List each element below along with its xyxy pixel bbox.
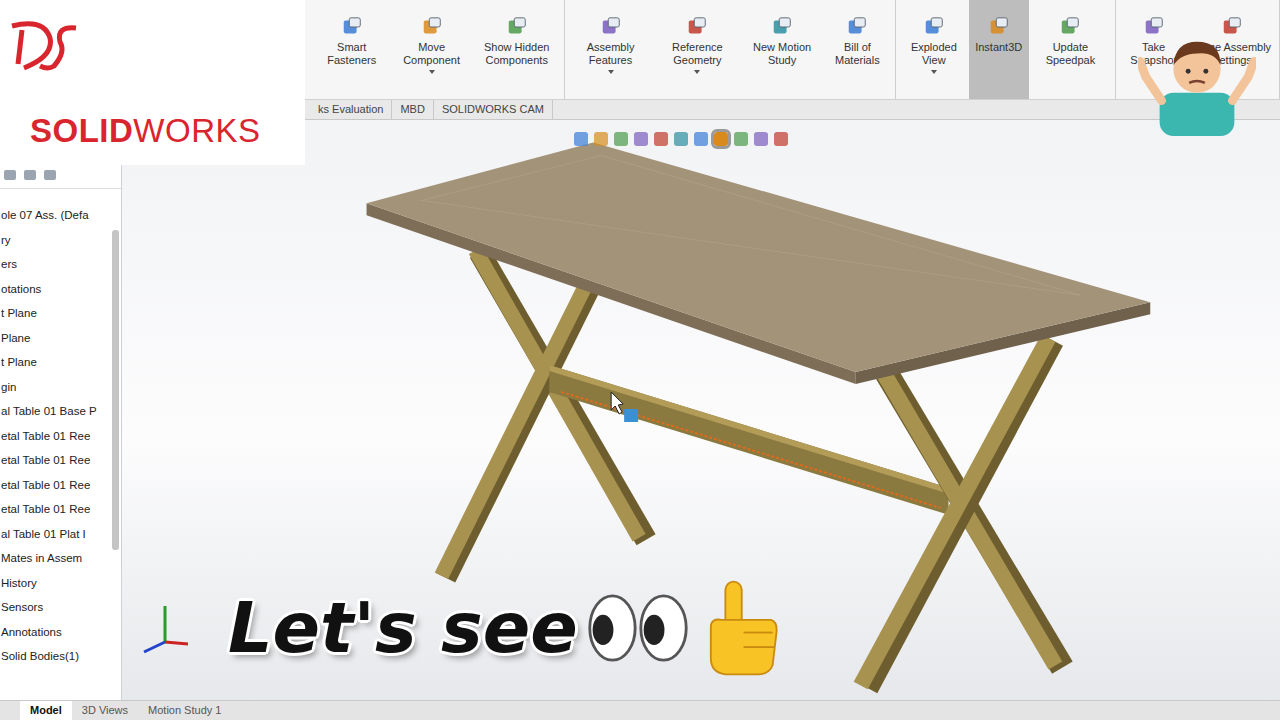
view-tool-icon[interactable] [754, 132, 768, 146]
dropdown-arrow-icon[interactable] [429, 70, 435, 74]
bottom-tab[interactable]: 3D Views [72, 701, 138, 720]
ribbon-button[interactable]: Move Component [390, 0, 472, 99]
tree-item[interactable]: al Table 01 Base P [0, 399, 121, 424]
view-tool-icon[interactable] [594, 132, 608, 146]
panel-tab-icon[interactable] [44, 170, 56, 180]
ribbon-button[interactable]: Assembly Features [568, 0, 654, 99]
tree-item[interactable]: Solid Bodies(1) [0, 644, 121, 669]
caption: Let's see [228, 578, 780, 678]
pointing-up-hand-icon [698, 578, 780, 678]
tool-icon [923, 16, 945, 38]
panel-tab-icon[interactable] [24, 170, 36, 180]
table-top [367, 142, 1151, 384]
tool-icon [686, 16, 708, 38]
ribbon-button[interactable]: Show Hidden Components [473, 0, 561, 99]
ds-mark-icon [4, 16, 84, 76]
eyes-icon [586, 590, 690, 666]
ribbon-button[interactable]: Exploded View [899, 0, 969, 99]
bottom-tab[interactable]: Model [20, 701, 72, 720]
view-tool-icon[interactable] [734, 132, 748, 146]
feature-tree: ole 07 Ass. (Defaryersotationst PlanePla… [0, 120, 122, 700]
ribbon-group: Exploded View Instant3D Update Speedpak [896, 0, 1116, 99]
ribbon-button[interactable]: New Motion Study [741, 0, 822, 99]
tool-icon [846, 16, 868, 38]
dropdown-arrow-icon[interactable] [694, 70, 700, 74]
view-tool-icon[interactable] [614, 132, 628, 146]
ribbon-button[interactable]: Update Speedpak [1029, 0, 1112, 99]
tree-item[interactable]: ry [0, 228, 121, 253]
tool-icon [506, 16, 528, 38]
solidworks-window: Smart Fasteners Move Component Show Hidd… [0, 0, 1280, 720]
workspace: ole 07 Ass. (Defaryersotationst PlanePla… [0, 120, 1280, 700]
ribbon-group: Smart Fasteners Move Component Show Hidd… [310, 0, 565, 99]
dropdown-arrow-icon[interactable] [608, 70, 614, 74]
tab[interactable]: MBD [392, 100, 433, 119]
tree-item[interactable]: t Plane [0, 301, 121, 326]
tree-item[interactable]: gin [0, 375, 121, 400]
tree-item[interactable]: etal Table 01 Ree [0, 424, 121, 449]
panel-tab-icon[interactable] [4, 170, 16, 180]
tree-item[interactable]: al Table 01 Plat I [0, 522, 121, 547]
tool-icon [600, 16, 622, 38]
ribbon-button[interactable]: Smart Fasteners [313, 0, 390, 99]
ribbon-button[interactable]: Reference Geometry [653, 0, 741, 99]
view-tool-icon[interactable] [714, 132, 728, 146]
cursor-icon [611, 392, 638, 422]
tool-icon [988, 16, 1010, 38]
shrugging-man-icon [1138, 22, 1256, 140]
tree-item[interactable]: t Plane [0, 350, 121, 375]
tree-item[interactable]: etal Table 01 Ree [0, 473, 121, 498]
ribbon-group: Assembly Features Reference Geometry New… [565, 0, 896, 99]
heads-up-toolbar [574, 132, 788, 146]
right-leg-frame [861, 338, 1063, 687]
view-tool-icon[interactable] [574, 132, 588, 146]
tree-item[interactable]: Plane [0, 326, 121, 351]
tool-icon [1143, 16, 1165, 38]
panel-tabs [0, 166, 121, 189]
ribbon-button[interactable]: Instant3D [969, 0, 1029, 99]
view-tool-icon[interactable] [674, 132, 688, 146]
view-tool-icon[interactable] [774, 132, 788, 146]
tree-item[interactable]: ers [0, 252, 121, 277]
axis-triad-icon [140, 600, 190, 660]
tree-item[interactable]: Annotations [0, 620, 121, 645]
tool-icon [1059, 16, 1081, 38]
tree-item[interactable]: etal Table 01 Ree [0, 497, 121, 522]
dropdown-arrow-icon[interactable] [931, 70, 937, 74]
brand-name: SOLIDWORKS [30, 112, 261, 150]
solidworks-logo: SOLIDWORKS [0, 0, 305, 165]
tool-icon [1221, 16, 1243, 38]
tree-item[interactable]: otations [0, 277, 121, 302]
scrollbar[interactable] [112, 230, 119, 550]
tab[interactable]: SOLIDWORKS CAM [434, 100, 553, 119]
tab[interactable]: ks Evaluation [310, 100, 392, 119]
bottom-tab-bar: Model3D ViewsMotion Study 1 [0, 700, 1280, 720]
bottom-tab[interactable]: Motion Study 1 [138, 701, 231, 720]
tool-icon [341, 16, 363, 38]
tree-item[interactable]: History [0, 571, 121, 596]
tree-item[interactable]: etal Table 01 Ree [0, 448, 121, 473]
view-tool-icon[interactable] [654, 132, 668, 146]
ribbon-button[interactable]: Bill of Materials [823, 0, 892, 99]
view-tool-icon[interactable] [694, 132, 708, 146]
tool-icon [421, 16, 443, 38]
tree-item[interactable]: Mates in Assem [0, 546, 121, 571]
caption-text: Let's see [228, 587, 578, 669]
tool-icon [771, 16, 793, 38]
tree-item[interactable]: Sensors [0, 595, 121, 620]
tree-item[interactable]: ole 07 Ass. (Defa [0, 203, 121, 228]
view-tool-icon[interactable] [634, 132, 648, 146]
